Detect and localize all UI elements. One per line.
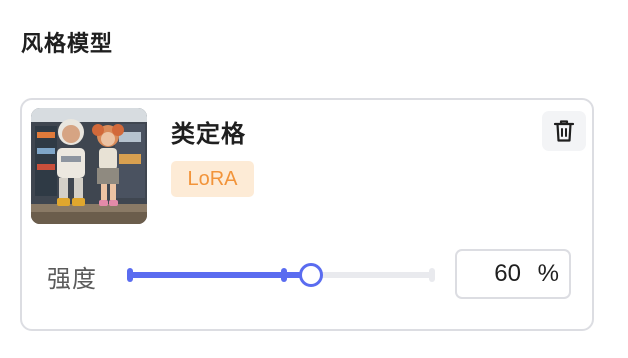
section-title: 风格模型 [21, 32, 114, 57]
strength-label: 强度 [47, 265, 97, 293]
strength-value-field: % [455, 249, 571, 299]
strength-value-input[interactable] [457, 260, 521, 288]
strength-slider[interactable] [124, 256, 440, 294]
slider-tick-mid [281, 268, 288, 282]
slider-tick-end [429, 268, 435, 282]
slider-tick-start [127, 268, 133, 282]
delete-button[interactable] [542, 111, 586, 151]
model-type-badge: LoRA [171, 161, 254, 197]
model-name: 类定格 [171, 120, 246, 148]
trash-icon [553, 120, 575, 142]
slider-handle[interactable] [299, 263, 324, 287]
model-card: 类定格 LoRA 强度 % [20, 98, 594, 331]
model-thumbnail [31, 108, 147, 224]
style-model-panel: 风格模型 类定格 LoRA 强度 60 % [0, 0, 628, 358]
percent-unit: % [537, 260, 559, 287]
